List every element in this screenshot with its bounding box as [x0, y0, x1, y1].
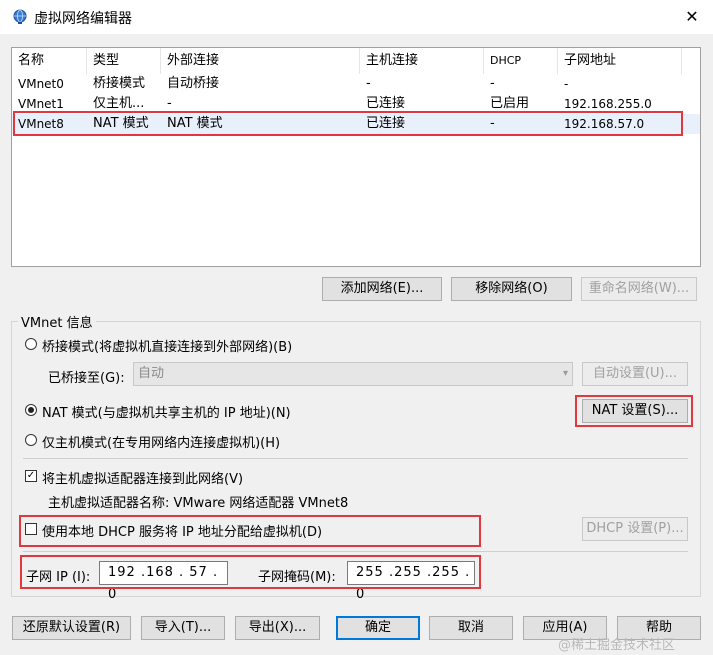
host-only-mode-radio[interactable]: [25, 434, 37, 446]
cell-name: VMnet1: [18, 97, 64, 111]
watermark-text: @稀土掘金技术社区: [558, 638, 676, 653]
cell-host: 已连接: [366, 116, 406, 131]
subnet-ip-input[interactable]: 192 .168 . 57 . 0: [99, 561, 228, 602]
cell-type: NAT 模式: [93, 116, 149, 131]
window-title: 虚拟网络编辑器: [34, 11, 132, 27]
cell-name: VMnet0: [18, 77, 64, 91]
connect-adapter-label[interactable]: 将主机虚拟适配器连接到此网络(V): [42, 468, 243, 487]
network-table[interactable]: 名称 类型 外部连接 主机连接 DHCP 子网地址 VMnet0 桥接模式 自动…: [11, 47, 701, 267]
bridge-mode-radio[interactable]: [25, 338, 37, 350]
cell-dhcp: -: [490, 76, 495, 91]
bridged-to-value: 自动: [138, 366, 165, 381]
column-header-subnet[interactable]: 子网地址: [558, 48, 682, 74]
column-header-host[interactable]: 主机连接: [360, 48, 484, 74]
table-row-selected[interactable]: VMnet8 NAT 模式 NAT 模式 已连接 - 192.168.57.0: [12, 114, 700, 134]
cell-external: 自动桥接: [167, 76, 220, 91]
export-button[interactable]: 导出(X)...: [235, 616, 320, 640]
subnet-ip-label: 子网 IP (I):: [26, 570, 91, 585]
rename-network-button[interactable]: 重命名网络(W)...: [581, 277, 697, 301]
cell-subnet: 192.168.57.0: [564, 117, 645, 131]
bridged-to-select[interactable]: 自动 ▾: [133, 362, 573, 386]
cell-host: -: [366, 76, 371, 91]
subnet-mask-label: 子网掩码(M):: [258, 570, 336, 585]
dhcp-service-label[interactable]: 使用本地 DHCP 服务将 IP 地址分配给虚拟机(D): [42, 521, 322, 540]
cell-type: 仅主机...: [93, 96, 145, 111]
remove-network-button[interactable]: 移除网络(O): [451, 277, 572, 301]
import-button[interactable]: 导入(T)...: [141, 616, 225, 640]
chevron-down-icon: ▾: [562, 368, 568, 379]
column-header-dhcp[interactable]: DHCP: [484, 48, 558, 74]
subnet-mask-input[interactable]: 255 .255 .255 . 0: [347, 561, 475, 602]
auto-settings-button[interactable]: 自动设置(U)...: [582, 362, 688, 386]
cell-external: NAT 模式: [167, 116, 223, 131]
connect-adapter-checkbox[interactable]: ✓: [25, 470, 37, 482]
title-bar: 虚拟网络编辑器 ✕: [0, 0, 713, 34]
nat-mode-radio[interactable]: [25, 404, 37, 416]
nat-settings-button[interactable]: NAT 设置(S)...: [582, 399, 688, 423]
add-network-button[interactable]: 添加网络(E)...: [322, 277, 442, 301]
cell-subnet: 192.168.255.0: [564, 97, 652, 111]
cell-external: -: [167, 96, 172, 111]
section-divider: [23, 551, 688, 552]
cancel-button[interactable]: 取消: [429, 616, 513, 640]
column-header-external[interactable]: 外部连接: [161, 48, 360, 74]
cell-subnet: -: [564, 77, 569, 91]
close-icon[interactable]: ✕: [680, 5, 704, 29]
cell-dhcp: 已启用: [490, 96, 530, 111]
cell-host: 已连接: [366, 96, 406, 111]
column-header-type[interactable]: 类型: [87, 48, 161, 74]
bridge-mode-label[interactable]: 桥接模式(将虚拟机直接连接到外部网络)(B): [42, 336, 292, 355]
column-header-name[interactable]: 名称: [12, 48, 87, 74]
vmnet-info-title: VMnet 信息: [18, 312, 96, 331]
section-divider: [23, 458, 688, 459]
dhcp-service-checkbox[interactable]: [25, 523, 37, 535]
bridged-to-label: 已桥接至(G):: [48, 371, 125, 386]
cell-type: 桥接模式: [93, 76, 146, 91]
adapter-name-label: 主机虚拟适配器名称: VMware 网络适配器 VMnet8: [48, 496, 349, 511]
host-only-mode-label[interactable]: 仅主机模式(在专用网络内连接虚拟机)(H): [42, 432, 280, 451]
cell-dhcp: -: [490, 116, 495, 131]
cell-name: VMnet8: [18, 117, 64, 131]
ok-button[interactable]: 确定: [336, 616, 420, 640]
restore-defaults-button[interactable]: 还原默认设置(R): [12, 616, 131, 640]
nat-mode-label[interactable]: NAT 模式(与虚拟机共享主机的 IP 地址)(N): [42, 402, 291, 421]
network-globe-icon: [13, 9, 27, 24]
dhcp-settings-button[interactable]: DHCP 设置(P)...: [582, 517, 688, 541]
